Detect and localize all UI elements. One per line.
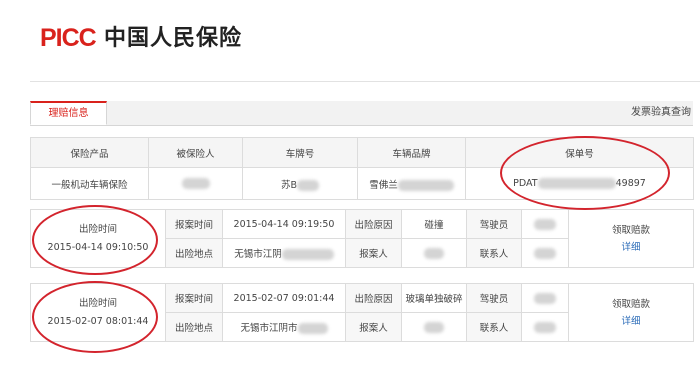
redacted-driver bbox=[534, 292, 556, 304]
reporter-value bbox=[401, 312, 467, 342]
redacted-contact bbox=[534, 321, 556, 333]
picc-logo: PICC bbox=[40, 24, 97, 52]
driver-label: 驾驶员 bbox=[466, 283, 522, 313]
claim-payment-label: 领取赔款 bbox=[611, 298, 650, 310]
accident-time-value: 2015-04-14 09:10:50 bbox=[47, 241, 149, 253]
policy-suffix: 49897 bbox=[615, 178, 646, 189]
brand-prefix: 雪佛兰 bbox=[369, 179, 398, 191]
cause-value: 玻璃单独破碎 bbox=[401, 283, 467, 313]
accident-summary: 出险时间 2015-04-14 09:10:50 bbox=[30, 209, 166, 268]
redacted-reporter bbox=[424, 321, 444, 333]
redacted-place bbox=[297, 323, 328, 334]
claim-record-2: 出险时间 2015-02-07 08:01:44 报案时间 2015-02-07… bbox=[30, 283, 694, 342]
redacted-plate bbox=[297, 179, 320, 191]
redacted-brand bbox=[397, 179, 454, 191]
site-header: PICC 中国人民保险 bbox=[0, 0, 700, 78]
claim-row-top: 出险时间 2015-04-14 09:10:50 报案时间 2015-04-14… bbox=[30, 209, 694, 268]
driver-label: 驾驶员 bbox=[466, 209, 522, 239]
brand-cell: 雪佛兰 bbox=[357, 167, 466, 200]
policy-table: 保险产品 被保险人 车牌号 车辆品牌 保单号 一般机动车辆保险 苏B 雪佛兰 P… bbox=[30, 137, 694, 200]
col-header-plate: 车牌号 bbox=[242, 137, 358, 168]
col-header-insured: 被保险人 bbox=[148, 137, 243, 168]
claim-payment-label: 领取赔款 bbox=[611, 224, 650, 236]
contact-label: 联系人 bbox=[466, 238, 522, 268]
report-time-value: 2015-02-07 09:01:44 bbox=[222, 283, 346, 313]
driver-value bbox=[521, 209, 569, 239]
product-cell: 一般机动车辆保险 bbox=[30, 167, 149, 200]
invoice-verify-link[interactable]: 发票验真查询 bbox=[631, 101, 691, 125]
place-prefix: 无锡市江阴 bbox=[234, 249, 282, 260]
contact-label: 联系人 bbox=[466, 312, 522, 342]
claim-detail-link[interactable]: 详细 bbox=[570, 239, 693, 256]
accident-time-value: 2015-02-07 08:01:44 bbox=[47, 315, 149, 327]
policy-header-row: 保险产品 被保险人 车牌号 车辆品牌 保单号 bbox=[30, 137, 694, 168]
col-header-product: 保险产品 bbox=[30, 137, 149, 168]
place-label: 出险地点 bbox=[165, 238, 223, 268]
accident-time-label: 出险时间 bbox=[78, 297, 117, 309]
accident-time-label: 出险时间 bbox=[78, 223, 117, 235]
plate-prefix: 苏B bbox=[280, 179, 298, 191]
report-time-label: 报案时间 bbox=[165, 283, 223, 313]
cause-label: 出险原因 bbox=[345, 209, 402, 239]
reporter-label: 报案人 bbox=[345, 312, 402, 342]
col-header-brand: 车辆品牌 bbox=[357, 137, 466, 168]
redacted-policy-no bbox=[537, 178, 616, 189]
reporter-label: 报案人 bbox=[345, 238, 402, 268]
policy-no-cell: PDAT 49897 bbox=[465, 167, 694, 200]
claim-record-1: 出险时间 2015-04-14 09:10:50 报案时间 2015-04-14… bbox=[30, 209, 694, 268]
col-header-policy-no: 保单号 bbox=[465, 137, 694, 168]
claim-detail-link[interactable]: 详细 bbox=[570, 313, 693, 330]
redacted-contact bbox=[534, 247, 556, 259]
place-value: 无锡市江阴 bbox=[222, 238, 346, 268]
redacted-reporter bbox=[424, 247, 444, 259]
reporter-value bbox=[401, 238, 467, 268]
policy-row: 一般机动车辆保险 苏B 雪佛兰 PDAT 49897 bbox=[30, 167, 694, 200]
report-time-value: 2015-04-14 09:19:50 bbox=[222, 209, 346, 239]
claim-row-top: 出险时间 2015-02-07 08:01:44 报案时间 2015-02-07… bbox=[30, 283, 694, 342]
header-divider bbox=[30, 81, 700, 82]
redacted-place bbox=[281, 249, 334, 260]
place-label: 出险地点 bbox=[165, 312, 223, 342]
tab-bar: 理赔信息 发票验真查询 bbox=[30, 101, 693, 126]
place-prefix: 无锡市江阴市 bbox=[240, 323, 298, 334]
contact-value bbox=[521, 238, 569, 268]
contact-value bbox=[521, 312, 569, 342]
plate-cell: 苏B bbox=[242, 167, 358, 200]
tab-claim-info[interactable]: 理赔信息 bbox=[30, 101, 107, 125]
claim-actions: 领取赔款 详细 bbox=[568, 283, 694, 342]
insured-cell bbox=[148, 167, 243, 200]
redacted-insured bbox=[181, 178, 210, 189]
report-time-label: 报案时间 bbox=[165, 209, 223, 239]
driver-value bbox=[521, 283, 569, 313]
accident-summary: 出险时间 2015-02-07 08:01:44 bbox=[30, 283, 166, 342]
cause-value: 碰撞 bbox=[401, 209, 467, 239]
cause-label: 出险原因 bbox=[345, 283, 402, 313]
company-name: 中国人民保险 bbox=[104, 26, 243, 51]
redacted-driver bbox=[534, 218, 556, 230]
policy-prefix: PDAT bbox=[513, 178, 538, 189]
claim-actions: 领取赔款 详细 bbox=[568, 209, 694, 268]
place-value: 无锡市江阴市 bbox=[222, 312, 346, 342]
